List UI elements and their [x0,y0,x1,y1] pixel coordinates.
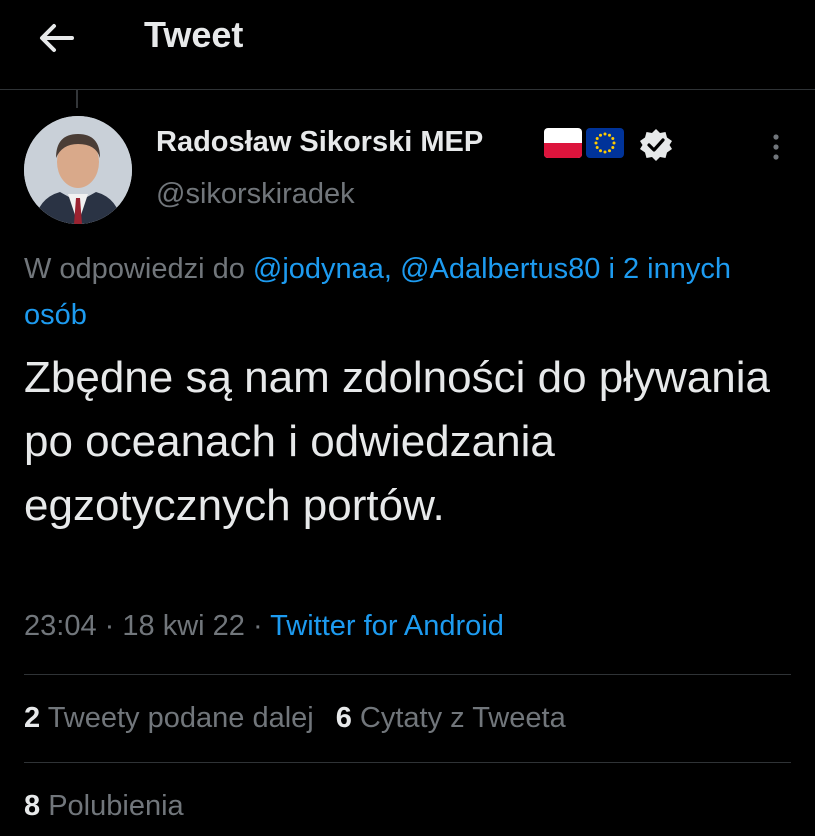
author-display-name[interactable]: Radosław Sikorski MEP [156,126,483,159]
top-bar: Tweet [0,0,815,90]
flag-poland-icon [544,128,582,158]
meta-separator: · [104,610,115,642]
more-options-icon[interactable] [764,132,788,162]
quotes-count: 6 [335,702,352,734]
reply-user-link[interactable]: @jodynaa, [253,253,392,285]
likes-stats-row: 8 Polubienia [24,790,206,823]
quotes-stat[interactable]: 6 Cytaty z Tweeta [336,702,566,734]
divider [24,762,791,763]
flags [544,128,624,158]
reply-prefix: W odpowiedzi do [24,253,245,285]
likes-count: 8 [24,790,41,822]
thread-connector-line [76,90,78,108]
retweets-stat[interactable]: 2 Tweety podane dalej [24,702,314,734]
verified-badge-icon [638,127,674,163]
engagement-stats-row: 2 Tweety podane dalej 6 Cytaty z Tweeta [24,702,588,735]
reply-context: W odpowiedzi do @jodynaa, @Adalbertus80 … [24,246,794,338]
page-title: Tweet [144,14,244,55]
likes-label: Polubienia [48,790,184,822]
divider [24,674,791,675]
reply-user-link[interactable]: @Adalbertus80 [400,253,600,285]
retweets-label: Tweety podane dalej [47,702,314,734]
avatar[interactable] [24,116,132,224]
quotes-label: Cytaty z Tweeta [359,702,566,734]
author-handle[interactable]: @sikorskiradek [156,178,355,211]
meta-separator: · [252,610,263,642]
tweet-source-link[interactable]: Twitter for Android [270,610,504,642]
tweet-meta: 23:04 · 18 kwi 22 · Twitter for Android [24,610,504,643]
likes-stat[interactable]: 8 Polubienia [24,790,184,822]
back-arrow-icon[interactable] [36,18,76,58]
tweet-date[interactable]: 18 kwi 22 [122,610,245,642]
tweet-time[interactable]: 23:04 [24,610,97,642]
flag-eu-icon [586,128,624,158]
tweet-text: Zbędne są nam zdolności do pływania po o… [24,353,771,530]
retweets-count: 2 [24,702,41,734]
